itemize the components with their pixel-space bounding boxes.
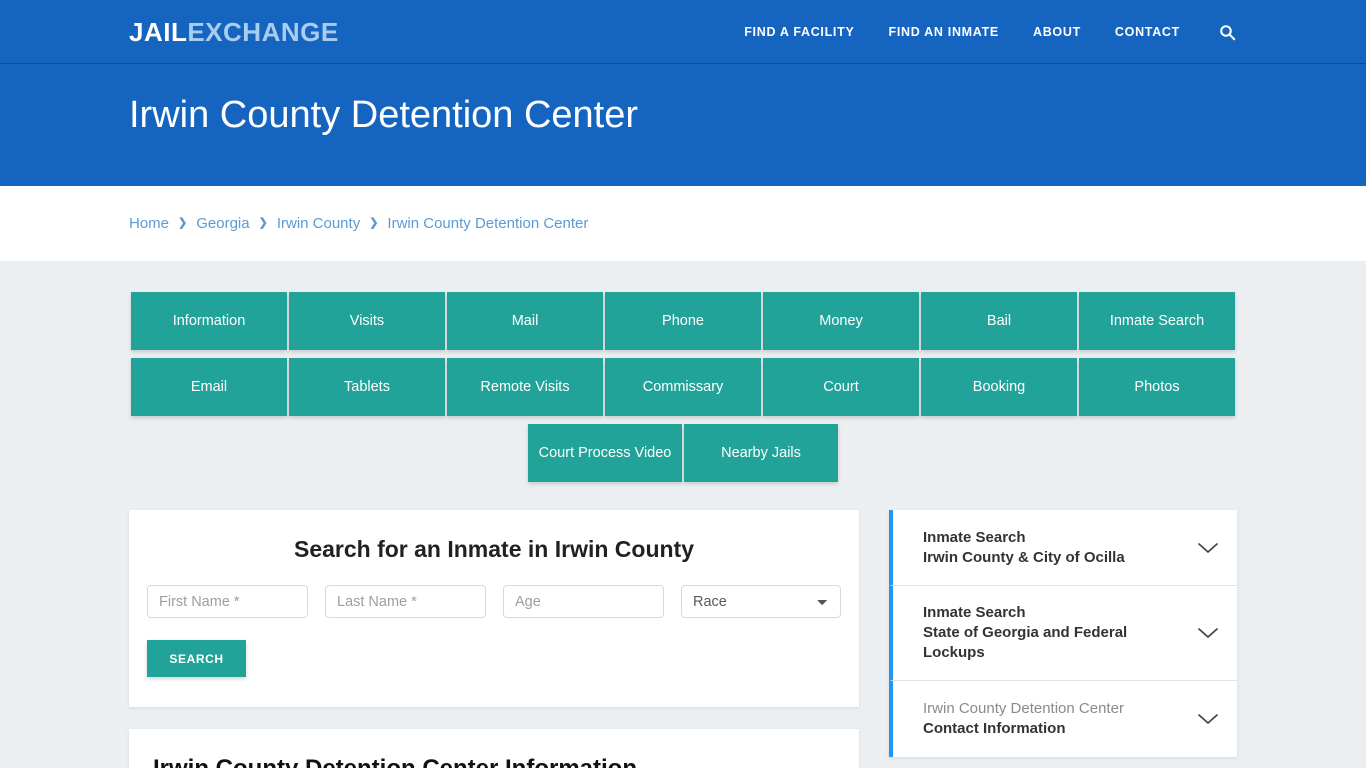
accordion-item-text: Inmate Search Irwin County & City of Oci… <box>923 528 1125 568</box>
nav-item-contact[interactable]: CONTACT <box>1098 0 1197 64</box>
sidebar-column: Inmate Search Irwin County & City of Oci… <box>889 510 1237 757</box>
accordion-item-line1: Inmate Search <box>923 528 1026 546</box>
accordion-item-text: Irwin County Detention Center Contact In… <box>923 699 1124 739</box>
section-button-nearby-jails[interactable]: Nearby Jails <box>684 424 838 482</box>
section-button-commissary[interactable]: Commissary <box>605 358 761 416</box>
breadcrumb-bar: Home ❯ Georgia ❯ Irwin County ❯ Irwin Co… <box>0 186 1366 261</box>
logo-text-secondary: EXCHANGE <box>187 17 339 47</box>
section-button-email[interactable]: Email <box>131 358 287 416</box>
accordion-item-line1: Irwin County Detention Center <box>923 700 1124 717</box>
facility-information-title: Irwin County Detention Center Informatio… <box>153 755 835 768</box>
page-body: Information Visits Mail Phone Money Bail… <box>0 261 1366 768</box>
breadcrumb-item-home[interactable]: Home <box>129 215 169 232</box>
chevron-down-icon[interactable] <box>1197 626 1219 640</box>
age-input[interactable] <box>503 585 664 618</box>
nav-item-find-an-inmate[interactable]: FIND AN INMATE <box>871 0 1015 64</box>
accordion-item-line2: Contact Information <box>923 720 1066 737</box>
breadcrumb-separator-icon: ❯ <box>369 217 379 229</box>
sidebar-accordion: Inmate Search Irwin County & City of Oci… <box>889 510 1237 757</box>
accordion-item-line2: State of Georgia and Federal Lockups <box>923 624 1128 661</box>
nav-item-about[interactable]: ABOUT <box>1016 0 1098 64</box>
site-header: JAILEXCHANGE FIND A FACILITY FIND AN INM… <box>0 0 1366 64</box>
section-button-money[interactable]: Money <box>763 292 919 350</box>
section-button-information[interactable]: Information <box>131 292 287 350</box>
section-button-photos[interactable]: Photos <box>1079 358 1235 416</box>
facility-section-buttons: Information Visits Mail Phone Money Bail… <box>131 292 1235 416</box>
breadcrumb-separator-icon: ❯ <box>178 217 188 229</box>
section-button-visits[interactable]: Visits <box>289 292 445 350</box>
accordion-item-inmate-search-county[interactable]: Inmate Search Irwin County & City of Oci… <box>889 510 1237 586</box>
chevron-down-icon[interactable] <box>1197 712 1219 726</box>
section-button-inmate-search[interactable]: Inmate Search <box>1079 292 1235 350</box>
race-select[interactable]: Race <box>681 585 841 618</box>
accordion-item-line2: Irwin County & City of Ocilla <box>923 548 1125 566</box>
section-button-bail[interactable]: Bail <box>921 292 1077 350</box>
facility-information-card: Irwin County Detention Center Informatio… <box>129 729 859 768</box>
section-button-remote-visits[interactable]: Remote Visits <box>447 358 603 416</box>
accordion-item-line1: Inmate Search <box>923 604 1026 621</box>
search-form-row: Race <box>147 585 841 618</box>
page-title: Irwin County Detention Center <box>129 94 639 136</box>
section-button-mail[interactable]: Mail <box>447 292 603 350</box>
site-logo[interactable]: JAILEXCHANGE <box>129 18 339 46</box>
content-columns: Search for an Inmate in Irwin County Rac… <box>129 510 1237 768</box>
accordion-item-text: Inmate Search State of Georgia and Feder… <box>923 603 1187 663</box>
section-button-court[interactable]: Court <box>763 358 919 416</box>
last-name-input[interactable] <box>325 585 486 618</box>
search-icon[interactable] <box>1197 24 1246 41</box>
search-button[interactable]: SEARCH <box>147 640 246 677</box>
hero-banner: Irwin County Detention Center <box>0 64 1366 186</box>
search-card-title: Search for an Inmate in Irwin County <box>293 536 694 562</box>
nav-item-find-a-facility[interactable]: FIND A FACILITY <box>727 0 871 64</box>
breadcrumb-separator-icon: ❯ <box>258 217 268 229</box>
section-button-tablets[interactable]: Tablets <box>289 358 445 416</box>
main-navigation: FIND A FACILITY FIND AN INMATE ABOUT CON… <box>727 0 1246 64</box>
chevron-down-icon[interactable] <box>1197 541 1219 555</box>
breadcrumb: Home ❯ Georgia ❯ Irwin County ❯ Irwin Co… <box>129 215 588 232</box>
breadcrumb-item-georgia[interactable]: Georgia <box>196 215 249 232</box>
accordion-item-inmate-search-state[interactable]: Inmate Search State of Georgia and Feder… <box>889 586 1237 681</box>
section-button-booking[interactable]: Booking <box>921 358 1077 416</box>
logo-text-primary: JAIL <box>129 17 188 47</box>
section-button-phone[interactable]: Phone <box>605 292 761 350</box>
breadcrumb-item-current: Irwin County Detention Center <box>387 215 589 232</box>
breadcrumb-item-irwin-county[interactable]: Irwin County <box>277 215 360 232</box>
facility-section-buttons-row3: Court Process Video Nearby Jails <box>131 424 1235 482</box>
accordion-item-contact-information[interactable]: Irwin County Detention Center Contact In… <box>889 681 1237 757</box>
section-button-court-process-video[interactable]: Court Process Video <box>528 424 682 482</box>
first-name-input[interactable] <box>147 585 308 618</box>
main-column: Search for an Inmate in Irwin County Rac… <box>129 510 859 768</box>
inmate-search-card: Search for an Inmate in Irwin County Rac… <box>129 510 859 707</box>
